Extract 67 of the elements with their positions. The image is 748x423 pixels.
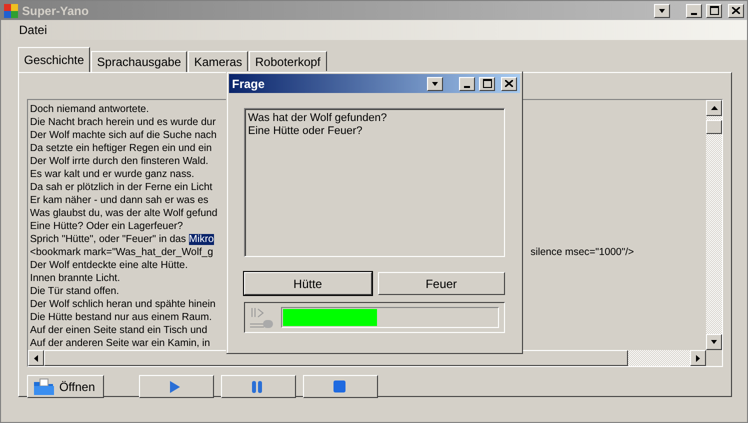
stop-icon: [332, 380, 346, 393]
folder-icon: [33, 378, 55, 396]
close-icon: [505, 80, 513, 87]
pause-icon: [251, 380, 263, 394]
story-line: Die Tür stand offen.: [30, 285, 120, 298]
right-arrow-icon: [696, 354, 700, 362]
close-icon: [732, 7, 740, 14]
tab[interactable]: Sprachausgabe: [91, 51, 188, 72]
story-line: Es war kalt und er wurde ganz nass.: [30, 168, 194, 181]
story-line: Der Wolf irrte durch den finsteren Wald.: [30, 155, 208, 168]
caret-icon: [711, 340, 717, 344]
menu-item[interactable]: Datei: [9, 21, 58, 39]
caret-icon: [432, 82, 438, 86]
story-line: Innen brannte Licht.: [30, 272, 120, 285]
minimize-icon: [691, 12, 697, 14]
window-title: Super-Yano: [22, 4, 90, 18]
vertical-scrollbar[interactable]: [706, 100, 722, 350]
stop-button[interactable]: [303, 375, 378, 398]
tab[interactable]: Kameras: [188, 51, 248, 72]
story-line: Die Nacht brach herein und es wurde dur: [30, 116, 216, 129]
story-line: silence msec="1000"/>: [530, 246, 634, 259]
close-button[interactable]: [501, 76, 517, 90]
microphone-icon: [249, 306, 275, 328]
maximize-button[interactable]: [479, 76, 495, 90]
story-line: Da sah er plötzlich in der Ferne ein Licht: [30, 181, 212, 194]
question-text: Eine Hütte oder Feuer?: [248, 125, 364, 138]
menu-dropdown-button[interactable]: [654, 4, 670, 18]
minimize-button[interactable]: [459, 76, 475, 90]
story-line: Eine Hütte? Oder ein Lagerfeuer?: [30, 220, 183, 233]
maximize-icon: [710, 6, 718, 15]
minimize-icon: [464, 86, 470, 88]
dialog-title: Frage: [232, 76, 266, 90]
scroll-up-button[interactable]: [706, 100, 722, 116]
story-line: Die Hütte bestand nur aus einem Raum.: [30, 311, 212, 324]
close-button[interactable]: [728, 4, 744, 18]
maximize-icon: [482, 79, 492, 88]
play-icon: [169, 380, 181, 394]
story-line: Der Wolf schlich heran und spähte hinein: [30, 298, 216, 311]
story-line: Auf der anderen Seite war ein Kamin, in: [30, 337, 210, 350]
tab[interactable]: Geschichte: [18, 47, 90, 72]
scroll-right-button[interactable]: [690, 350, 706, 366]
scroll-thumb[interactable]: [706, 120, 722, 134]
scroll-left-button[interactable]: [28, 350, 44, 366]
open-button[interactable]: Öffnen: [27, 375, 104, 398]
left-arrow-icon: [34, 354, 38, 362]
question-text: Was hat der Wolf gefunden?: [248, 112, 388, 125]
story-line: Sprich "Hütte", oder "Feuer" in das Mikro: [30, 233, 214, 246]
story-line: <bookmark mark="Was_hat_der_Wolf_g: [30, 246, 214, 259]
story-line: Auf der einen Seite stand ein Tisch und: [30, 324, 208, 337]
answer-button[interactable]: Hütte: [244, 272, 372, 295]
story-line: Da setzte ein heftiger Regen ein und ein: [30, 142, 212, 155]
maximize-button[interactable]: [706, 4, 722, 18]
menu-dropdown-button[interactable]: [427, 76, 443, 90]
answer-button[interactable]: Feuer: [378, 272, 505, 295]
scroll-down-button[interactable]: [706, 334, 722, 350]
app-icon: [4, 4, 18, 18]
story-line: Der Wolf machte sich auf die Suche nach: [30, 129, 217, 142]
minimize-button[interactable]: [686, 4, 702, 18]
story-line: Doch niemand antwortete.: [30, 103, 149, 116]
up-arrow-icon: [710, 106, 718, 110]
pause-button[interactable]: [221, 375, 296, 398]
tab[interactable]: Roboterkopf: [249, 51, 327, 72]
story-line: Er kam näher - und dann sah er was es: [30, 194, 208, 207]
story-line: Was glaubst du, was der alte Wolf gefund: [30, 207, 218, 220]
story-line: Der Wolf entdeckte eine alte Hütte.: [30, 259, 188, 272]
caret-icon: [659, 8, 665, 12]
play-button[interactable]: [139, 375, 214, 398]
